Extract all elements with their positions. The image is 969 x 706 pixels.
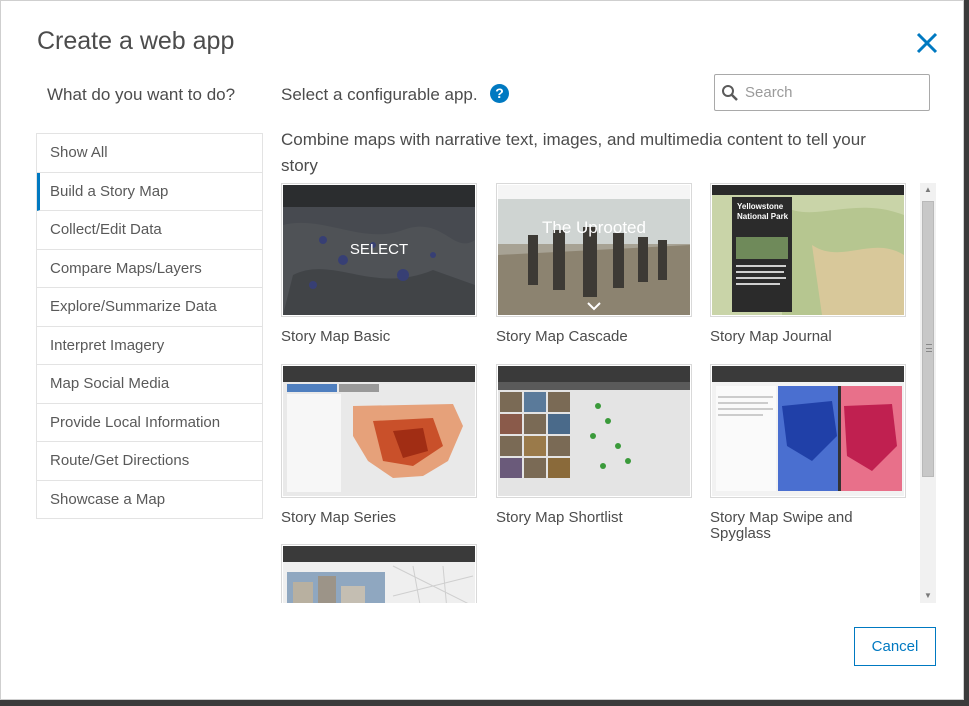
app-card-story-map-journal[interactable]: Yellowstone National Park Story Map Jour…	[710, 183, 906, 345]
category-explore-summarize-data[interactable]: Explore/Summarize Data	[37, 288, 262, 327]
category-interpret-imagery[interactable]: Interpret Imagery	[37, 327, 262, 365]
search-icon	[722, 84, 738, 101]
app-label[interactable]: Story Map Journal	[710, 329, 906, 345]
category-provide-local-information[interactable]: Provide Local Information	[37, 404, 262, 442]
category-build-story-map[interactable]: Build a Story Map	[37, 172, 262, 211]
help-icon[interactable]: ?	[490, 84, 509, 103]
app-thumbnail[interactable]	[710, 364, 906, 498]
thumbnail-title: The Uprooted	[542, 218, 646, 237]
app-card-story-map-series[interactable]: Story Map Series	[281, 364, 477, 526]
search-input[interactable]	[743, 83, 927, 102]
app-label[interactable]: Story Map Series	[281, 510, 477, 526]
category-heading: What do you want to do?	[47, 85, 236, 104]
app-card-story-map-swipe-spyglass[interactable]: Story Map Swipe and Spyglass	[710, 364, 906, 542]
search-box[interactable]	[714, 74, 930, 111]
app-thumbnail[interactable]	[281, 544, 477, 603]
app-label[interactable]: Story Map Cascade	[496, 329, 692, 345]
app-card-story-map-shortlist[interactable]: Story Map Shortlist	[496, 364, 692, 526]
category-description: Combine maps with narrative text, images…	[281, 130, 866, 175]
app-thumbnail[interactable]: Yellowstone National Park	[710, 183, 906, 317]
category-show-all[interactable]: Show All	[37, 134, 262, 173]
scroll-up-arrow-icon[interactable]: ▲	[920, 183, 936, 197]
dialog-title: Create a web app	[37, 27, 235, 55]
thumbnail-title: Yellowstone National Park	[737, 202, 789, 221]
category-map-social-media[interactable]: Map Social Media	[37, 365, 262, 404]
scroll-down-arrow-icon[interactable]: ▼	[920, 589, 936, 603]
category-compare-maps-layers[interactable]: Compare Maps/Layers	[37, 250, 262, 288]
app-card-story-map-basic[interactable]: SELECT Story Map Basic	[281, 183, 477, 345]
app-thumbnail[interactable]	[496, 364, 692, 498]
app-label[interactable]: Story Map Swipe and Spyglass	[710, 510, 906, 542]
app-thumbnail[interactable]: The Uprooted	[496, 183, 692, 317]
app-label[interactable]: Story Map Basic	[281, 329, 477, 345]
app-thumbnail[interactable]: SELECT	[281, 183, 477, 317]
create-web-app-dialog: Create a web app What do you want to do?…	[0, 0, 964, 700]
grip-icon	[926, 344, 932, 352]
category-showcase-a-map[interactable]: Showcase a Map	[37, 481, 262, 519]
category-route-get-directions[interactable]: Route/Get Directions	[37, 442, 262, 481]
app-card-story-map-cascade[interactable]: The Uprooted Story Map Cascade	[496, 183, 692, 345]
select-overlay[interactable]: SELECT	[283, 185, 475, 315]
app-card-story-map-crowdsource[interactable]	[281, 544, 477, 603]
gallery-heading: Select a configurable app.	[281, 85, 478, 104]
close-icon[interactable]	[913, 29, 941, 57]
category-collect-edit-data[interactable]: Collect/Edit Data	[37, 211, 262, 250]
app-thumbnail[interactable]	[281, 364, 477, 498]
gallery-scrollbar[interactable]: ▲ ▼	[920, 183, 936, 603]
app-gallery: SELECT Story Map Basic The Uprooted Stor…	[277, 179, 919, 603]
app-label[interactable]: Story Map Shortlist	[496, 510, 692, 526]
cancel-button[interactable]: Cancel	[854, 627, 936, 666]
category-list: Show All Build a Story Map Collect/Edit …	[36, 133, 263, 519]
scrollbar-thumb[interactable]	[922, 201, 934, 477]
